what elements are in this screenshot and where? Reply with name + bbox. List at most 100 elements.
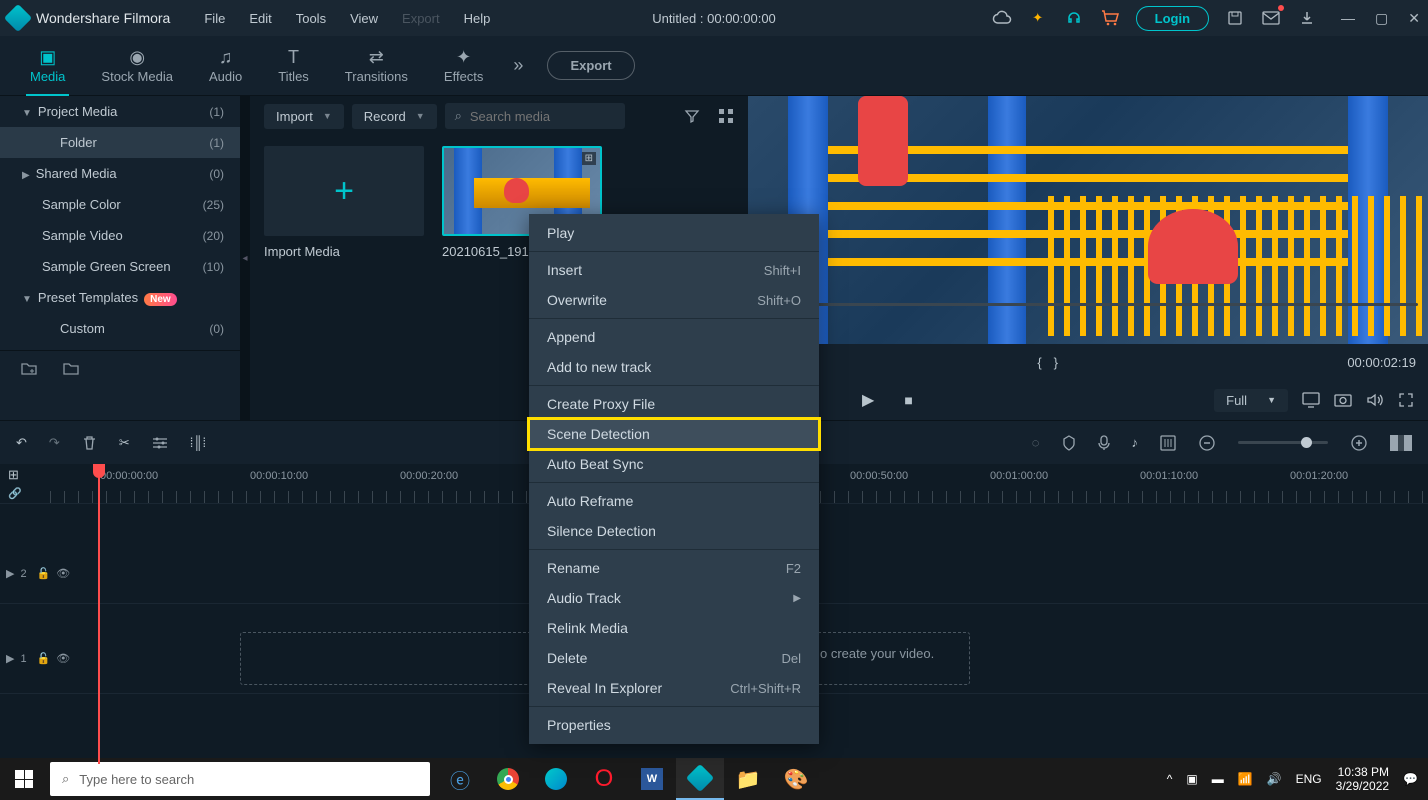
expand-tabs-icon[interactable]: » xyxy=(513,55,523,76)
tab-stock-media[interactable]: ◉Stock Media xyxy=(83,41,191,90)
delete-icon[interactable] xyxy=(82,435,97,451)
close-icon[interactable]: ✕ xyxy=(1408,10,1420,27)
taskbar-edge[interactable] xyxy=(532,758,580,800)
ctx-beat-sync[interactable]: Auto Beat Sync xyxy=(529,449,819,479)
preview-video[interactable] xyxy=(748,96,1428,344)
lock-icon[interactable]: 🔓 xyxy=(37,567,51,580)
preview-quality-dropdown[interactable]: Full▼ xyxy=(1214,389,1288,412)
ctx-play[interactable]: Play xyxy=(529,218,819,248)
search-media[interactable]: ⌕ xyxy=(445,103,625,129)
tab-audio[interactable]: ♫Audio xyxy=(191,41,260,90)
taskbar-explorer[interactable]: 📁 xyxy=(724,758,772,800)
record-dropdown[interactable]: Record▼ xyxy=(352,104,437,129)
timeline-options-icon[interactable]: ⊞ xyxy=(8,467,22,483)
headset-icon[interactable] xyxy=(1064,8,1084,28)
stop-icon[interactable]: ■ xyxy=(904,392,912,408)
cart-icon[interactable] xyxy=(1100,8,1120,28)
import-media-tile[interactable]: + Import Media xyxy=(264,146,424,259)
fullscreen-icon[interactable] xyxy=(1398,392,1414,408)
ctx-silence[interactable]: Silence Detection xyxy=(529,516,819,546)
zoom-in-icon[interactable] xyxy=(1350,434,1368,452)
minimize-icon[interactable]: — xyxy=(1341,10,1355,27)
sidebar-shared-media[interactable]: ▶Shared Media(0) xyxy=(0,158,240,189)
ctx-audio-track[interactable]: Audio Track▶ xyxy=(529,583,819,613)
tab-effects[interactable]: ✦Effects xyxy=(426,41,502,90)
maximize-icon[interactable]: ▢ xyxy=(1375,10,1388,27)
ctx-reframe[interactable]: Auto Reframe xyxy=(529,486,819,516)
playhead[interactable] xyxy=(98,464,100,764)
menu-edit[interactable]: Edit xyxy=(239,7,281,30)
zoom-out-icon[interactable] xyxy=(1198,434,1216,452)
new-folder-icon[interactable] xyxy=(20,361,38,377)
ctx-add-track[interactable]: Add to new track xyxy=(529,352,819,382)
menu-file[interactable]: File xyxy=(194,7,235,30)
start-button[interactable] xyxy=(0,758,48,800)
search-input[interactable] xyxy=(470,109,615,124)
ctx-properties[interactable]: Properties xyxy=(529,710,819,740)
ctx-rename[interactable]: RenameF2 xyxy=(529,553,819,583)
sidebar-preset-templates[interactable]: ▼Preset TemplatesNew xyxy=(0,282,240,313)
ctx-reveal[interactable]: Reveal In ExplorerCtrl+Shift+R xyxy=(529,673,819,703)
menu-view[interactable]: View xyxy=(340,7,388,30)
sidebar-project-media[interactable]: ▼Project Media(1) xyxy=(0,96,240,127)
mark-out-icon[interactable]: } xyxy=(1054,355,1058,370)
snapshot-icon[interactable] xyxy=(1334,392,1352,408)
lightbulb-icon[interactable]: ✦ xyxy=(1028,8,1048,28)
cut-icon[interactable]: ✂ xyxy=(119,435,130,451)
ctx-overwrite[interactable]: OverwriteShift+O xyxy=(529,285,819,315)
sidebar-sample-green[interactable]: Sample Green Screen(10) xyxy=(0,251,240,282)
tray-notifications-icon[interactable]: 💬 xyxy=(1403,772,1418,786)
tab-transitions[interactable]: ⇄Transitions xyxy=(327,41,426,90)
adjust-icon[interactable] xyxy=(152,436,168,450)
music-note-icon[interactable]: ♪ xyxy=(1132,435,1139,450)
folder-icon[interactable] xyxy=(62,361,80,377)
export-button[interactable]: Export xyxy=(547,51,634,80)
taskbar-ie[interactable]: ⓔ xyxy=(436,758,484,800)
sidebar-folder[interactable]: Folder(1) xyxy=(0,127,240,158)
ctx-insert[interactable]: InsertShift+I xyxy=(529,255,819,285)
tab-titles[interactable]: TTitles xyxy=(260,41,327,90)
mark-in-icon[interactable]: { xyxy=(1037,355,1041,370)
ctx-proxy[interactable]: Create Proxy File xyxy=(529,389,819,419)
redo-icon[interactable]: ↷ xyxy=(49,435,60,451)
ctx-scene-detection[interactable]: Scene Detection xyxy=(529,419,819,449)
marker-icon[interactable] xyxy=(1062,435,1076,451)
zoom-slider[interactable] xyxy=(1238,441,1328,444)
ctx-append[interactable]: Append xyxy=(529,322,819,352)
waveform-icon[interactable]: ⁞║⁞ xyxy=(190,435,206,450)
sidebar-sample-video[interactable]: Sample Video(20) xyxy=(0,220,240,251)
render-icon[interactable]: ◌ xyxy=(1032,435,1040,450)
grid-view-icon[interactable] xyxy=(718,108,734,124)
tray-lang[interactable]: ENG xyxy=(1296,772,1322,786)
preview-scrubber[interactable] xyxy=(758,303,1418,306)
ctx-relink[interactable]: Relink Media xyxy=(529,613,819,643)
mixer-icon[interactable] xyxy=(1160,435,1176,451)
taskbar-word[interactable]: W xyxy=(628,758,676,800)
save-icon[interactable] xyxy=(1225,8,1245,28)
tray-onedrive-icon[interactable]: ▣ xyxy=(1186,772,1197,786)
tray-volume-icon[interactable]: 🔊 xyxy=(1267,772,1282,786)
import-dropdown[interactable]: Import▼ xyxy=(264,104,344,129)
undo-icon[interactable]: ↶ xyxy=(16,435,27,451)
cloud-icon[interactable] xyxy=(992,8,1012,28)
tray-clock[interactable]: 10:38 PM3/29/2022 xyxy=(1336,765,1389,794)
tab-media[interactable]: ▣Media xyxy=(12,41,83,90)
zoom-fit-icon[interactable] xyxy=(1390,435,1412,451)
taskbar-search[interactable]: ⌕Type here to search xyxy=(50,762,430,796)
taskbar-paint[interactable]: 🎨 xyxy=(772,758,820,800)
ctx-delete[interactable]: DeleteDel xyxy=(529,643,819,673)
play-icon[interactable]: ▶ xyxy=(862,390,874,410)
timeline-link-icon[interactable]: 🔗 xyxy=(8,487,22,500)
menu-help[interactable]: Help xyxy=(454,7,501,30)
panel-divider[interactable]: ◂ xyxy=(240,96,250,420)
tray-battery-icon[interactable]: ▬ xyxy=(1212,772,1224,786)
tray-wifi-icon[interactable]: 📶 xyxy=(1238,772,1253,786)
menu-tools[interactable]: Tools xyxy=(286,7,336,30)
sidebar-sample-color[interactable]: Sample Color(25) xyxy=(0,189,240,220)
tray-chevron-icon[interactable]: ^ xyxy=(1167,772,1173,786)
display-icon[interactable] xyxy=(1302,392,1320,408)
taskbar-chrome[interactable] xyxy=(484,758,532,800)
volume-icon[interactable] xyxy=(1366,392,1384,408)
filter-icon[interactable] xyxy=(684,108,700,124)
taskbar-opera[interactable]: O xyxy=(580,758,628,800)
